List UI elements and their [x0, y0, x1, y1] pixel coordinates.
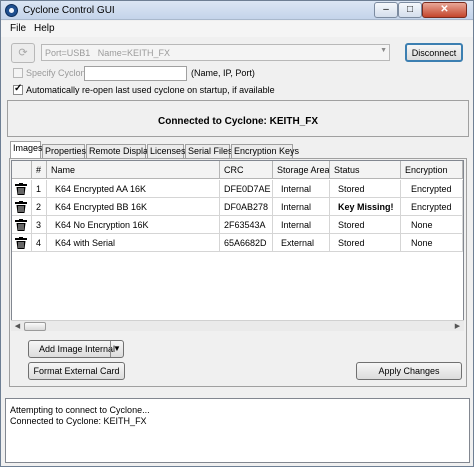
log-line: Connected to Cyclone: KEITH_FX [10, 416, 147, 426]
auto-reopen-label: Automatically re-open last used cyclone … [26, 85, 275, 95]
status-banner: Connected to Cyclone: KEITH_FX [157, 116, 318, 127]
chevron-down-icon: ▼ [380, 47, 387, 54]
main-window: Cyclone Control GUI – □ ✕ File Help ⟳ Po… [0, 0, 474, 467]
tab-images[interactable]: Images [10, 141, 43, 158]
tab-encryption-keys[interactable]: Encryption Keys [231, 144, 299, 158]
cyclone-app-icon [5, 4, 18, 17]
scrollbar-thumb[interactable] [24, 322, 46, 331]
cell-num: 1 [32, 180, 47, 198]
cell-crc: 2F63543A [220, 216, 273, 234]
horizontal-scrollbar[interactable]: ◀ ▶ [11, 320, 464, 331]
close-button[interactable]: ✕ [422, 2, 467, 18]
cell-status-warning: Key Missing! [330, 198, 401, 216]
header-icon-column [12, 161, 32, 179]
column-header-storage-area[interactable]: Storage Area [273, 161, 330, 179]
trash-icon [15, 201, 27, 213]
add-image-button[interactable]: Add Image Internal ▼ [28, 340, 124, 358]
log-line: Attempting to connect to Cyclone... [10, 405, 150, 415]
cell-encryption: Encrypted [401, 198, 463, 216]
format-external-card-button[interactable]: Format External Card [28, 362, 125, 380]
port-select[interactable]: Port=USB1 Name=KEITH_FX ▼ [41, 44, 390, 61]
menu-bar: File Help [1, 21, 473, 37]
trash-icon [15, 219, 27, 231]
cell-encryption: Encrypted [401, 180, 463, 198]
cell-num: 4 [32, 234, 47, 252]
cell-crc: DFE0D7AE [220, 180, 273, 198]
status-banner-panel: Connected to Cyclone: KEITH_FX [7, 100, 469, 137]
column-header-crc[interactable]: CRC [220, 161, 273, 179]
split-divider [110, 341, 111, 357]
refresh-button[interactable]: ⟳ [11, 43, 35, 63]
disconnect-button[interactable]: Disconnect [405, 43, 463, 62]
log-output[interactable]: Attempting to connect to Cyclone... Conn… [5, 398, 470, 463]
cell-crc: 65A6682D [220, 234, 273, 252]
checkmark-icon: ✓ [14, 83, 23, 94]
dropdown-arrow-icon[interactable]: ▼ [113, 341, 121, 357]
refresh-icon: ⟳ [18, 47, 28, 59]
trash-icon [15, 183, 27, 195]
minimize-button[interactable]: – [374, 2, 398, 18]
apply-changes-button[interactable]: Apply Changes [356, 362, 462, 380]
tab-properties[interactable]: Properties [42, 144, 86, 158]
scroll-right-icon[interactable]: ▶ [452, 322, 463, 331]
specify-cyclone-label: Specify Cyclone [26, 68, 91, 78]
title-bar[interactable]: Cyclone Control GUI – □ ✕ [1, 1, 473, 20]
cell-status: Stored [330, 234, 401, 252]
cell-storage: Internal [273, 216, 330, 234]
cell-encryption: None [401, 234, 463, 252]
tab-licenses[interactable]: Licenses [147, 144, 186, 158]
cell-num: 3 [32, 216, 47, 234]
cell-status: Stored [330, 180, 401, 198]
scroll-left-icon[interactable]: ◀ [12, 322, 23, 331]
cell-crc: DF0AB278 [220, 198, 273, 216]
cell-status: Stored [330, 216, 401, 234]
cell-storage: Internal [273, 180, 330, 198]
delete-image-button[interactable] [12, 216, 32, 234]
menu-help[interactable]: Help [34, 23, 55, 34]
maximize-button[interactable]: □ [398, 2, 422, 18]
column-header-status[interactable]: Status [330, 161, 401, 179]
delete-image-button[interactable] [12, 234, 32, 252]
specify-cyclone-hint: (Name, IP, Port) [191, 68, 255, 78]
cell-name: K64 Encrypted BB 16K [47, 198, 220, 216]
port-select-value: Port=USB1 Name=KEITH_FX [45, 48, 171, 58]
column-header-num[interactable]: # [32, 161, 47, 179]
trash-icon [15, 237, 27, 249]
tab-serial-files[interactable]: Serial Files [185, 144, 233, 158]
specify-cyclone-input[interactable] [84, 66, 187, 81]
cell-name: K64 with Serial [47, 234, 220, 252]
cell-name: K64 Encrypted AA 16K [47, 180, 220, 198]
cell-num: 2 [32, 198, 47, 216]
cell-encryption: None [401, 216, 463, 234]
add-image-label: Add Image Internal [39, 344, 116, 354]
auto-reopen-checkbox[interactable]: ✓ [13, 83, 23, 95]
cell-storage: Internal [273, 198, 330, 216]
delete-image-button[interactable] [12, 198, 32, 216]
specify-cyclone-checkbox[interactable] [13, 68, 23, 78]
window-title: Cyclone Control GUI [23, 5, 115, 16]
column-header-encryption[interactable]: Encryption [401, 161, 463, 179]
cell-storage: External [273, 234, 330, 252]
tab-remote-display[interactable]: Remote Display [86, 144, 153, 158]
cell-name: K64 No Encryption 16K [47, 216, 220, 234]
images-table[interactable]: # Name CRC Storage Area Status Encryptio… [11, 160, 464, 331]
delete-image-button[interactable] [12, 180, 32, 198]
column-header-name[interactable]: Name [47, 161, 220, 179]
menu-file[interactable]: File [10, 23, 26, 34]
